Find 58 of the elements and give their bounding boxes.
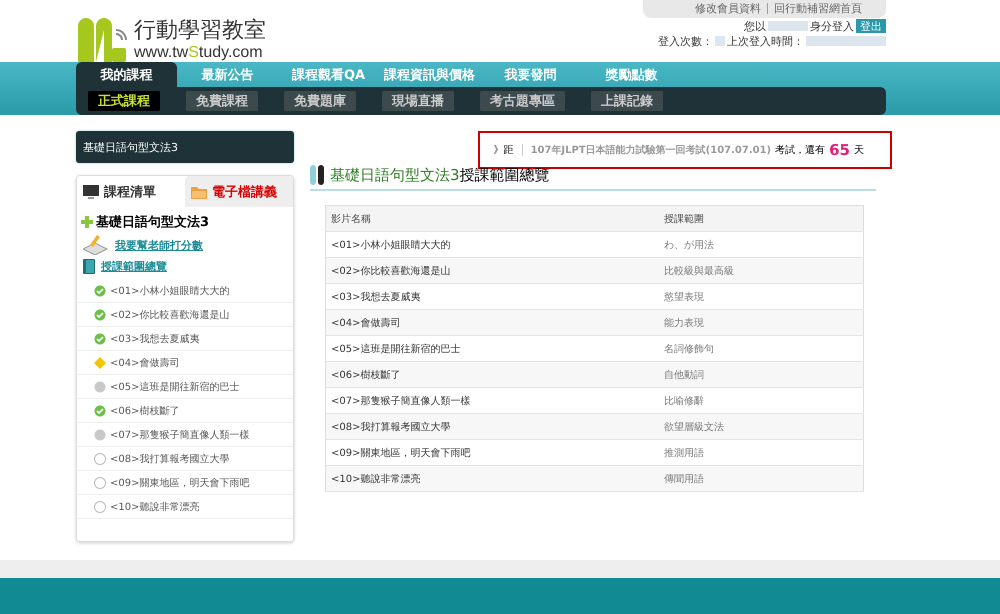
subnav-tab[interactable]: 免費題庫 [284,91,356,111]
login-text: 身分登入 [810,18,854,34]
sidebar-link[interactable]: 授課範圍總覽 [101,259,167,274]
table-cell: <04>會做壽司 [326,310,660,336]
subnav-tab[interactable]: 上課記錄 [591,91,663,111]
login-count-label: 登入次數： [658,34,713,48]
member-link[interactable]: 修改會員資料 [695,0,761,16]
table-cell: 自他動詞 [659,362,864,388]
lesson-item[interactable]: <03>我想去夏威夷 [77,327,293,351]
title-marker-icon [310,165,326,185]
sidebar-link[interactable]: 我要幫老師打分數 [115,238,203,252]
subnav-tab[interactable]: 免費課程 [186,91,258,111]
column-header: 影片名稱 [326,206,660,232]
book-icon [83,259,95,274]
lesson-item[interactable]: <10>聽說非常漂亮 [77,495,293,519]
blurred-name [768,21,808,31]
table-cell: 欲望層級文法 [659,414,864,440]
lesson-item[interactable]: <04>會做壽司 [77,351,293,375]
panel-tab[interactable]: 電子檔講義 [185,176,293,207]
lesson-item[interactable]: <09>關東地區，明天會下雨吧 [77,471,293,495]
page-title: 基礎日語句型文法3授課範圍總覽 [330,166,550,184]
table-cell: 能力表現 [659,310,864,336]
pencil-paper-icon [83,235,109,255]
last-login-label: 上次登入時間： [727,34,804,48]
folder-icon [191,184,207,198]
subnav-tab[interactable]: 考古題專區 [480,91,565,111]
table-cell: <08>我打算報考國立大學 [326,414,660,440]
days-count: 65 [829,141,850,159]
table-cell: <10>聽說非常漂亮 [326,466,660,492]
subnav-tab[interactable]: 現場直播 [382,91,454,111]
lesson-item[interactable]: <05>這班是開往新宿的巴士 [77,375,293,399]
blurred-count [715,36,725,46]
panel-tab[interactable]: 課程清單 [77,176,185,207]
plus-icon [81,216,93,228]
course-title: 基礎日語句型文法3 [76,131,294,163]
days-unit: 天 [854,144,864,157]
table-cell: 比較級與最高級 [659,258,864,284]
login-text: 您以 [744,18,766,34]
monitor-icon [83,184,99,198]
subnav-tab[interactable]: 正式課程 [88,91,160,111]
table-cell: <06>樹枝斷了 [326,362,660,388]
logout-button[interactable]: 登出 [856,19,886,33]
table-cell: <02>你比較喜歡海還是山 [326,258,660,284]
countdown-text: 考試，還有 [775,144,826,157]
lesson-item[interactable]: <08>我打算報考國立大學 [77,447,293,471]
table-cell: 傳聞用語 [659,466,864,492]
site-url: www.twStudy.com [134,44,264,62]
column-header: 授課範圍 [659,206,864,232]
countdown-label: 》距 [494,144,514,157]
site-title: 行動學習教室 [134,18,266,44]
lesson-item[interactable]: <07>那隻猴子簡直像人類一樣 [77,423,293,447]
exam-name: 107年JLPT日本語能力試驗第一回考試(107.07.01) [530,144,772,157]
nav-tab[interactable]: 我的課程 [76,62,177,87]
lesson-item[interactable]: <02>你比較喜歡海還是山 [77,303,293,327]
lesson-item[interactable]: <06>樹枝斷了 [77,399,293,423]
home-link[interactable]: 回行動補習網首頁 [774,0,862,16]
course-name: 基礎日語句型文法3 [96,214,210,231]
lesson-item[interactable]: <01>小林小姐眼睛大大的 [77,279,293,303]
